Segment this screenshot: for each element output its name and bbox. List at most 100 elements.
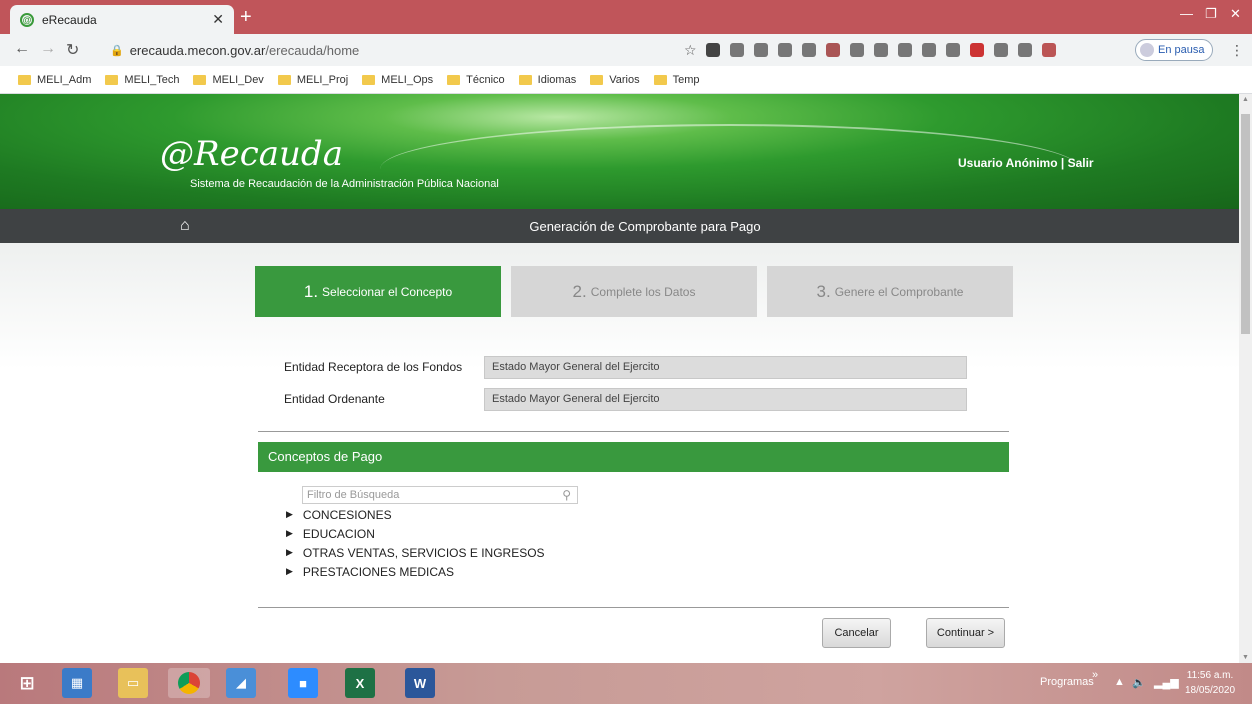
profile-status: En pausa	[1158, 44, 1205, 56]
tree-node[interactable]: ▶ PRESTACIONES MEDICAS	[286, 562, 545, 581]
close-tab-icon[interactable]: ✕	[212, 11, 224, 28]
site-subtitle: Sistema de Recaudación de la Administrac…	[190, 178, 499, 190]
clock-time: 11:56 a.m.	[1186, 670, 1234, 681]
extension-icon[interactable]	[850, 43, 864, 57]
extension-icon[interactable]	[802, 43, 816, 57]
step-1-tab[interactable]: 1. Seleccionar el Concepto	[255, 266, 501, 317]
extension-icon[interactable]	[874, 43, 888, 57]
bookmark-folder[interactable]: Temp	[653, 74, 699, 86]
extension-icon[interactable]	[706, 43, 720, 57]
browser-menu-icon[interactable]: ⋮	[1230, 42, 1244, 59]
tree-node[interactable]: ▶ EDUCACION	[286, 524, 545, 543]
step-2-tab[interactable]: 2. Complete los Datos	[511, 266, 757, 317]
extension-icon[interactable]	[730, 43, 744, 57]
extension-icon[interactable]	[994, 43, 1008, 57]
divider	[258, 431, 1009, 432]
extension-icon[interactable]	[1018, 43, 1032, 57]
excel-icon[interactable]: X	[345, 668, 375, 698]
tab-title: eRecauda	[42, 12, 97, 27]
step-3-tab[interactable]: 3. Genere el Comprobante	[767, 266, 1013, 317]
search-icon[interactable]: ⚲	[562, 487, 571, 503]
conceptos-tree: ▶ CONCESIONES ▶ EDUCACION ▶ OTRAS VENTAS, S…	[286, 505, 545, 581]
scroll-down-icon[interactable]: ▼	[1242, 654, 1249, 661]
bookmark-folder[interactable]: MELI_Adm	[18, 74, 91, 86]
signal-icon[interactable]: ▂▄▆	[1154, 676, 1179, 689]
main-content: 1. Seleccionar el Concepto 2. Complete los…	[0, 243, 1239, 663]
volume-icon[interactable]: 🔈	[1132, 676, 1146, 689]
taskbar-clock[interactable]: 11:56 a.m. 18/05/2020	[1185, 668, 1235, 698]
bookmark-folder[interactable]: MELI_Proj	[277, 74, 348, 86]
tray-programas[interactable]: Programas	[1040, 676, 1094, 688]
folder-icon	[590, 74, 604, 85]
folder-icon	[362, 74, 376, 85]
extension-icon[interactable]	[1042, 43, 1056, 57]
user-links[interactable]: Usuario Anónimo | Salir	[958, 156, 1094, 170]
extension-icon[interactable]	[970, 43, 984, 57]
back-icon[interactable]: ←	[14, 40, 30, 58]
forward-icon[interactable]: →	[40, 40, 56, 58]
divider	[258, 607, 1009, 608]
tree-node[interactable]: ▶ CONCESIONES	[286, 505, 545, 524]
extension-icon[interactable]	[778, 43, 792, 57]
expand-arrow-icon[interactable]: ▶	[286, 509, 293, 520]
address-bar[interactable]: 🔒 erecauda.mecon.gov.ar/erecauda/home	[110, 38, 700, 63]
taskbar: ⊞ ▦ ▭ ◢ ■ X W Programas » ▲ 🔈 ▂▄▆ 11:56 …	[0, 663, 1252, 704]
chrome-icon[interactable]	[168, 668, 210, 698]
extension-icon[interactable]	[946, 43, 960, 57]
browser-titlebar: @ eRecauda ✕ + — ❐ ✕	[0, 0, 1252, 34]
profile-button[interactable]: En pausa	[1135, 39, 1213, 61]
minimize-icon[interactable]: —	[1180, 6, 1193, 21]
extension-icon[interactable]	[922, 43, 936, 57]
app-icon[interactable]: ◢	[226, 668, 256, 698]
bookmark-folder[interactable]: MELI_Tech	[105, 74, 179, 86]
entidad-ordenante-row: Entidad Ordenante Estado Mayor General d…	[284, 387, 967, 411]
erecauda-logo[interactable]: @Recauda	[160, 134, 343, 174]
folder-icon	[193, 74, 207, 85]
folder-icon	[105, 74, 119, 85]
page-title: Generación de Comprobante para Pago	[529, 219, 761, 234]
expand-arrow-icon[interactable]: ▶	[286, 547, 293, 558]
header-banner: @Recauda Sistema de Recaudación de la Ad…	[0, 94, 1239, 209]
entidad-ordenante-label: Entidad Ordenante	[284, 392, 385, 406]
new-tab-icon[interactable]: +	[240, 6, 252, 29]
url-path: /erecauda/home	[265, 43, 360, 58]
tray-arrow-icon[interactable]: ▲	[1114, 676, 1125, 688]
scroll-up-icon[interactable]: ▲	[1242, 96, 1249, 103]
folder-icon	[518, 74, 532, 85]
web-page: @Recauda Sistema de Recaudación de la Ad…	[0, 94, 1239, 663]
extension-icon[interactable]	[826, 43, 840, 57]
windows-start-icon[interactable]: ⊞	[12, 668, 42, 698]
bookmark-folder[interactable]: Varios	[590, 74, 640, 86]
entidad-receptora-row: Entidad Receptora de los Fondos Estado M…	[284, 355, 967, 379]
restore-icon[interactable]: ❐	[1205, 6, 1217, 22]
scrollbar-thumb[interactable]	[1241, 114, 1250, 334]
avatar-icon	[1140, 43, 1154, 57]
expand-arrow-icon[interactable]: ▶	[286, 528, 293, 539]
bookmarks-bar: MELI_Adm MELI_Tech MELI_Dev MELI_Proj ME…	[0, 66, 1252, 94]
search-filter-input[interactable]: Filtro de Búsqueda ⚲	[302, 486, 578, 504]
browser-tab[interactable]: @ eRecauda ✕	[10, 5, 234, 34]
tree-node[interactable]: ▶ OTRAS VENTAS, SERVICIOS E INGRESOS	[286, 543, 545, 562]
folder-icon	[653, 74, 667, 85]
reload-icon[interactable]: ↻	[66, 40, 79, 60]
word-icon[interactable]: W	[405, 668, 435, 698]
zoom-icon[interactable]: ■	[288, 668, 318, 698]
task-view-icon[interactable]: ▦	[62, 668, 92, 698]
cancel-button[interactable]: Cancelar	[822, 618, 891, 648]
bookmark-folder[interactable]: MELI_Dev	[193, 74, 264, 86]
browser-toolbar: ← → ↻ 🔒 erecauda.mecon.gov.ar/erecauda/h…	[0, 34, 1252, 66]
file-explorer-icon[interactable]: ▭	[118, 668, 148, 698]
expand-arrow-icon[interactable]: ▶	[286, 566, 293, 577]
tray-expand-icon[interactable]: »	[1092, 669, 1098, 681]
bookmark-star-icon[interactable]: ☆	[684, 42, 697, 59]
bookmark-folder[interactable]: Idiomas	[518, 74, 576, 86]
extension-icon[interactable]	[754, 43, 768, 57]
page-scrollbar[interactable]: ▲ ▼	[1239, 94, 1252, 663]
nav-bar: ⌂ Generación de Comprobante para Pago	[0, 209, 1239, 243]
bookmark-folder[interactable]: Técnico	[447, 74, 505, 86]
folder-icon	[447, 74, 461, 85]
bookmark-folder[interactable]: MELI_Ops	[362, 74, 433, 86]
extension-icon[interactable]	[898, 43, 912, 57]
continue-button[interactable]: Continuar >	[926, 618, 1005, 648]
close-window-icon[interactable]: ✕	[1230, 6, 1241, 22]
